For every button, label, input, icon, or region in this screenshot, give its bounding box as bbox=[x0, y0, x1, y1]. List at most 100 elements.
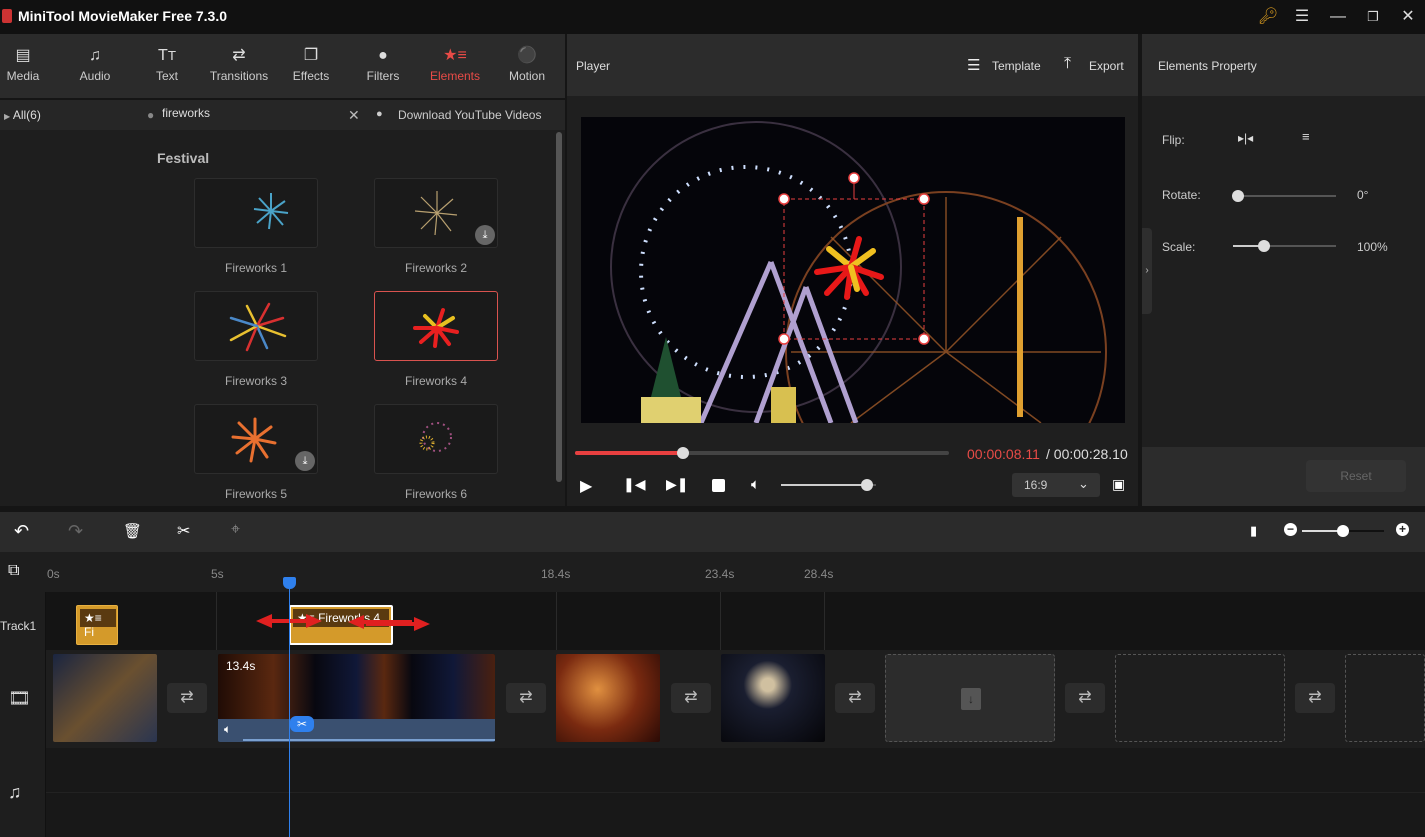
category-label: All(6) bbox=[12, 108, 41, 122]
search-input[interactable] bbox=[162, 106, 342, 120]
import-icon: ↓ bbox=[961, 688, 981, 710]
element-thumb-fireworks-6[interactable] bbox=[374, 404, 498, 474]
flip-horizontal-icon[interactable]: ▸|◂ bbox=[1238, 131, 1253, 145]
elements-library: Festival Fireworks 1 ⤓ Fireworks 2 Firew… bbox=[130, 130, 565, 506]
category-all[interactable]: ▶ All(6) bbox=[0, 100, 130, 130]
close-icon[interactable]: ✕ bbox=[1396, 6, 1420, 28]
playhead-line[interactable] bbox=[289, 584, 290, 837]
add-track-icon[interactable]: ⧉ bbox=[8, 562, 19, 580]
ferris-wheel-scene bbox=[610, 121, 1107, 423]
fireworks-1-preview bbox=[253, 193, 289, 230]
scale-slider-knob[interactable] bbox=[1257, 240, 1270, 252]
tab-motion[interactable]: ⚫ Motion bbox=[491, 34, 563, 98]
tab-audio[interactable]: ♫ Audio bbox=[59, 34, 131, 98]
tab-media[interactable]: ▤ Media bbox=[0, 34, 59, 98]
reset-button[interactable]: Reset bbox=[1306, 460, 1406, 492]
clip-label: Fi bbox=[84, 625, 94, 639]
redo-icon[interactable]: ↷ bbox=[68, 521, 83, 542]
tab-label: Text bbox=[155, 69, 178, 83]
video-track-header: 🎞︎ bbox=[0, 650, 46, 748]
tab-label: Elements bbox=[429, 69, 481, 83]
template-button[interactable]: Template bbox=[992, 59, 1041, 73]
current-time: 00:00:08.11 bbox=[967, 446, 1040, 462]
export-button[interactable]: Export bbox=[1089, 59, 1124, 73]
zoom-in-icon[interactable]: + bbox=[1396, 523, 1409, 536]
rotate-label: Rotate: bbox=[1162, 188, 1201, 202]
zoom-slider-knob[interactable] bbox=[1337, 525, 1349, 537]
rotate-slider-track[interactable] bbox=[1238, 195, 1336, 197]
fireworks-4-preview bbox=[413, 308, 459, 348]
rotate-slider-knob[interactable] bbox=[1232, 190, 1244, 202]
transition-slot[interactable]: ⇄ bbox=[835, 683, 875, 713]
element-thumb-fireworks-4[interactable] bbox=[374, 291, 498, 361]
library-scrollbar[interactable] bbox=[556, 132, 562, 482]
tab-label: Filters bbox=[366, 69, 400, 83]
empty-clip-slot[interactable]: ↓ bbox=[885, 654, 1055, 742]
split-here-icon[interactable]: ✂ bbox=[290, 716, 314, 732]
property-header: Elements Property bbox=[1142, 34, 1425, 96]
delete-icon[interactable]: 🗑︎ bbox=[123, 522, 142, 540]
minimize-icon[interactable]: — bbox=[1326, 6, 1350, 28]
video-clip-1[interactable] bbox=[53, 654, 157, 742]
video-clip-3[interactable] bbox=[556, 654, 660, 742]
collapse-panel-handle[interactable]: › bbox=[1142, 228, 1152, 314]
next-frame-icon[interactable]: ▶❚ bbox=[666, 476, 689, 493]
player-title: Player bbox=[576, 59, 611, 73]
video-clip-2[interactable]: 13.4s 🔈︎ bbox=[218, 654, 495, 742]
clear-search-icon[interactable]: ✕ bbox=[348, 107, 360, 124]
split-icon[interactable]: ✂ bbox=[177, 521, 190, 541]
undo-icon[interactable]: ↶ bbox=[14, 521, 29, 542]
resize-handle bbox=[918, 333, 930, 345]
tab-text[interactable]: TT Text bbox=[131, 34, 203, 98]
ruler-tick: 23.4s bbox=[705, 567, 735, 581]
tab-effects[interactable]: ❐ Effects bbox=[275, 34, 347, 98]
tab-elements[interactable]: ★≡ Elements bbox=[419, 34, 491, 98]
zoom-out-icon[interactable]: − bbox=[1284, 523, 1297, 536]
empty-clip-slot[interactable] bbox=[1115, 654, 1285, 742]
export-icon: ⤒ bbox=[1064, 55, 1072, 72]
download-icon[interactable]: ⤓ bbox=[295, 451, 315, 471]
fit-timeline-icon[interactable]: ▮ bbox=[1250, 523, 1257, 539]
crop-icon[interactable]: ⌖ bbox=[231, 521, 240, 539]
tab-filters[interactable]: ● Filters bbox=[347, 34, 419, 98]
transition-slot[interactable]: ⇄ bbox=[1295, 683, 1335, 713]
transition-slot[interactable]: ⇄ bbox=[1065, 683, 1105, 713]
previous-frame-icon[interactable]: ❚◀ bbox=[623, 476, 646, 493]
transition-slot[interactable]: ⇄ bbox=[506, 683, 546, 713]
transition-slot[interactable]: ⇄ bbox=[671, 683, 711, 713]
tab-label: Transitions bbox=[209, 69, 269, 83]
play-icon[interactable]: ▶ bbox=[580, 476, 592, 496]
element-thumb-fireworks-3[interactable] bbox=[194, 291, 318, 361]
menu-icon[interactable]: ☰ bbox=[1290, 6, 1314, 28]
resize-handle bbox=[918, 193, 930, 205]
volume-fill bbox=[781, 484, 867, 486]
stop-icon[interactable] bbox=[712, 479, 725, 492]
playhead-handle[interactable] bbox=[283, 577, 296, 589]
volume-knob[interactable] bbox=[860, 479, 873, 491]
download-youtube-link[interactable]: Download YouTube Videos bbox=[398, 108, 541, 122]
element-thumb-fireworks-1[interactable] bbox=[194, 178, 318, 248]
key-icon[interactable]: 🔑︎ bbox=[1256, 6, 1280, 28]
empty-clip-slot[interactable] bbox=[1345, 654, 1425, 742]
clip-volume-icon[interactable]: 🔈︎ bbox=[224, 722, 231, 737]
flip-vertical-icon[interactable]: ≡ bbox=[1302, 129, 1310, 144]
element-clip-title: ★≡ Fi bbox=[80, 609, 116, 639]
aspect-ratio-select[interactable]: 16:9 ⌄ bbox=[1012, 473, 1100, 497]
video-preview[interactable] bbox=[581, 117, 1125, 423]
tab-label: Media bbox=[6, 69, 40, 83]
maximize-icon[interactable]: ❐ bbox=[1361, 6, 1385, 28]
fullscreen-icon[interactable]: ▣ bbox=[1112, 476, 1125, 493]
volume-icon[interactable]: 🔈︎ bbox=[751, 476, 760, 493]
element-thumb-fireworks-5[interactable]: ⤓ bbox=[194, 404, 318, 474]
effects-icon: ❐ bbox=[303, 47, 319, 64]
folder-icon: ▤ bbox=[15, 47, 31, 64]
video-clip-4[interactable] bbox=[721, 654, 825, 742]
app-title: MiniTool MovieMaker Free 7.3.0 bbox=[18, 8, 228, 24]
media-toolbar: ▤ Media ♫ Audio TT Text ⇄ Transitions ❐ Effec… bbox=[0, 34, 565, 98]
tab-transitions[interactable]: ⇄ Transitions bbox=[203, 34, 275, 98]
element-thumb-fireworks-2[interactable]: ⤓ bbox=[374, 178, 498, 248]
download-icon[interactable]: ⤓ bbox=[475, 225, 495, 245]
flip-label: Flip: bbox=[1162, 133, 1185, 147]
element-clip[interactable]: ★≡ Fi bbox=[76, 605, 118, 645]
transition-slot[interactable]: ⇄ bbox=[167, 683, 207, 713]
